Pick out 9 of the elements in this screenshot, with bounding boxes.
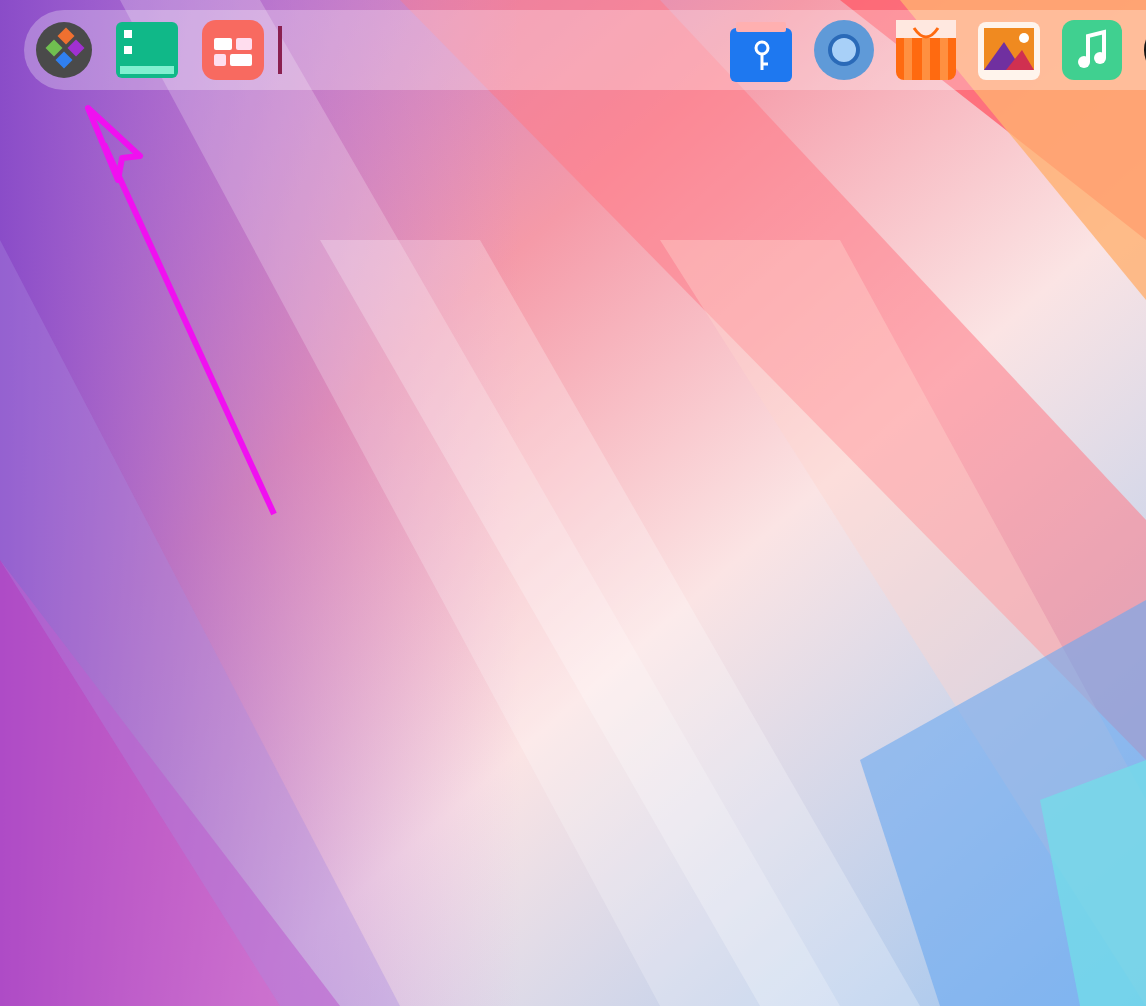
photos-icon[interactable] xyxy=(978,21,1040,79)
widgets-icon[interactable] xyxy=(202,20,264,80)
browser-icon[interactable] xyxy=(814,20,874,80)
folder-icon[interactable] xyxy=(730,19,792,81)
dock-divider xyxy=(278,26,282,74)
music-icon[interactable] xyxy=(1062,20,1122,80)
launcher-icon[interactable] xyxy=(36,22,92,78)
spreadsheet-icon[interactable] xyxy=(116,22,178,78)
shopping-bag-icon[interactable] xyxy=(896,20,956,80)
